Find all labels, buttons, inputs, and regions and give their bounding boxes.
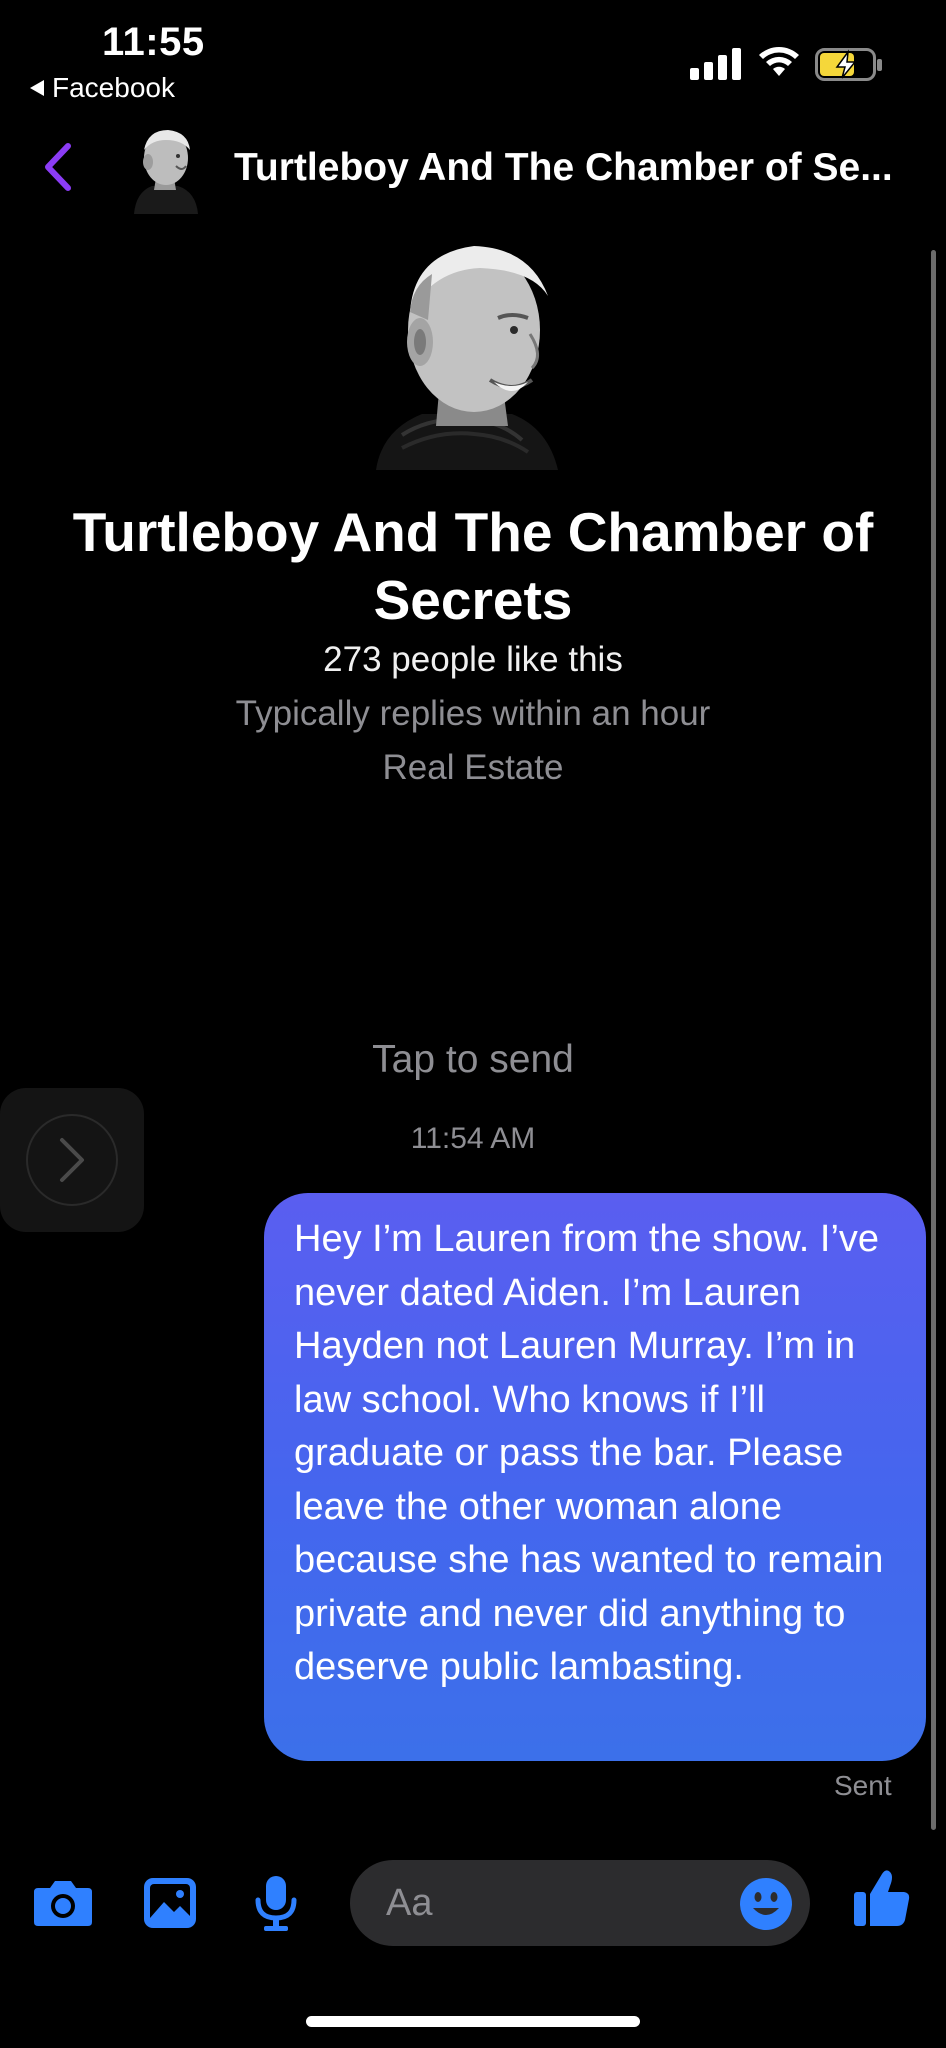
page-category: Real Estate bbox=[382, 748, 564, 787]
home-indicator[interactable] bbox=[306, 2016, 640, 2027]
back-to-app-link[interactable]: Facebook bbox=[30, 72, 175, 104]
wifi-icon bbox=[756, 44, 802, 83]
status-time: 11:55 bbox=[102, 20, 205, 64]
back-button[interactable] bbox=[40, 142, 74, 197]
chevron-right-icon bbox=[60, 1138, 84, 1182]
profile-avatar[interactable] bbox=[362, 230, 584, 470]
expand-button[interactable] bbox=[0, 1088, 144, 1232]
message-status: Sent bbox=[834, 1770, 892, 1801]
voice-button[interactable] bbox=[254, 1874, 298, 1937]
emoji-icon bbox=[740, 1878, 792, 1930]
back-chevron-icon bbox=[45, 143, 71, 191]
gallery-button[interactable] bbox=[142, 1876, 198, 1935]
tap-to-send[interactable]: Tap to send bbox=[0, 1038, 946, 1082]
emoji-button[interactable] bbox=[738, 1876, 794, 1937]
message-bubble[interactable]: Hey I’m Lauren from the show. I’ve never… bbox=[264, 1193, 926, 1761]
camera-button[interactable] bbox=[32, 1878, 94, 1933]
message-input-placeholder: Aa bbox=[386, 1882, 433, 1924]
microphone-icon bbox=[255, 1876, 297, 1931]
battery-charging-icon bbox=[815, 48, 885, 87]
like-button[interactable] bbox=[852, 1868, 912, 1933]
profile-name: Turtleboy And The Chamber of Secrets bbox=[72, 501, 874, 631]
photo-icon bbox=[144, 1878, 196, 1928]
header-avatar[interactable] bbox=[126, 124, 204, 214]
thumbs-up-icon bbox=[854, 1870, 910, 1926]
response-time: Typically replies within an hour bbox=[235, 694, 711, 733]
back-app-label: Facebook bbox=[52, 72, 175, 103]
back-triangle-icon bbox=[30, 80, 44, 96]
signal-icon bbox=[690, 46, 741, 80]
conversation-title[interactable]: Turtleboy And The Chamber of Se... bbox=[234, 146, 940, 190]
camera-icon bbox=[34, 1881, 92, 1926]
page-likes: 273 people like this bbox=[323, 640, 623, 679]
